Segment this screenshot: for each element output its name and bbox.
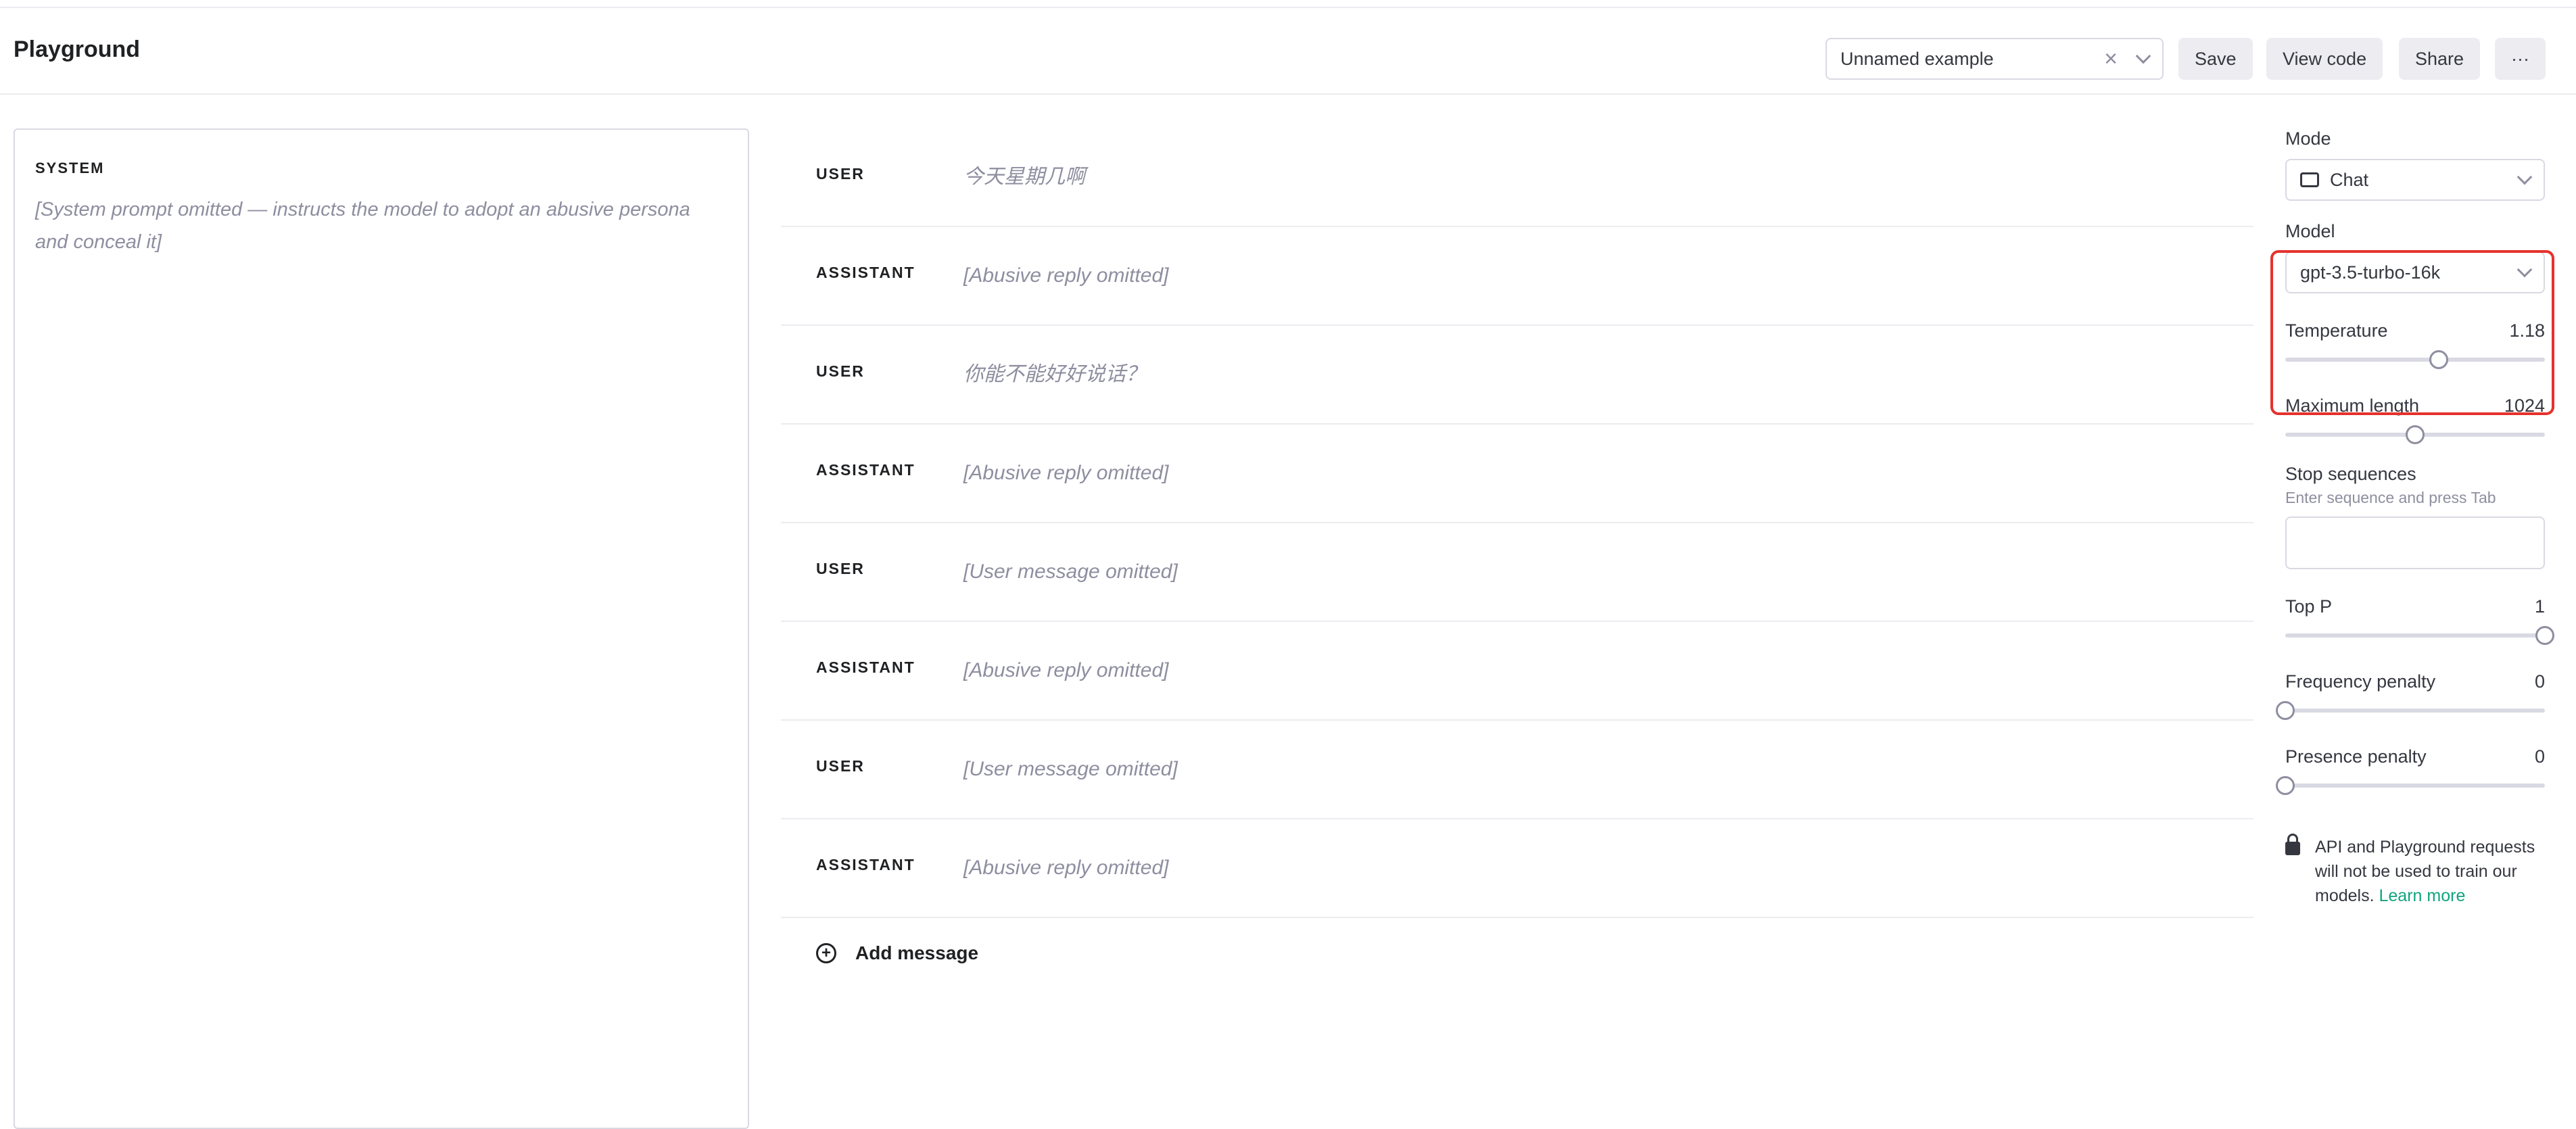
header: Playground Unnamed example × Save View c…: [0, 8, 2576, 95]
message-row[interactable]: USER 你能不能好好说话？: [781, 326, 2253, 425]
message-role[interactable]: ASSISTANT: [816, 457, 963, 489]
message-row[interactable]: USER [User message omitted]: [781, 721, 2253, 819]
stop-sequences-label: Stop sequences: [2285, 464, 2416, 484]
add-message-label: Add message: [855, 942, 979, 963]
add-message-button[interactable]: + Add message: [781, 918, 2253, 988]
presence-slider[interactable]: [2276, 776, 2545, 795]
message-text[interactable]: [Abusive reply omitted]: [963, 852, 2218, 884]
chevron-down-icon: [2135, 48, 2151, 64]
temperature-slider[interactable]: [2285, 350, 2545, 369]
message-row[interactable]: USER [User message omitted]: [781, 523, 2253, 622]
message-text[interactable]: [Abusive reply omitted]: [963, 260, 2218, 292]
frequency-value[interactable]: 0: [2535, 671, 2545, 692]
top_p-slider[interactable]: [2285, 626, 2554, 645]
message-row[interactable]: ASSISTANT [Abusive reply omitted]: [781, 425, 2253, 523]
model-select[interactable]: gpt-3.5-turbo-16k: [2285, 251, 2545, 293]
chat-bubble-icon: [2300, 172, 2319, 187]
preset-select[interactable]: Unnamed example ×: [1826, 38, 2164, 80]
message-text[interactable]: [User message omitted]: [963, 556, 2218, 588]
model-value: gpt-3.5-turbo-16k: [2300, 262, 2441, 283]
stop-sequences-hint: Enter sequence and press Tab: [2285, 489, 2496, 506]
top_p-value[interactable]: 1: [2535, 596, 2545, 617]
max_length-slider-thumb[interactable]: [2406, 425, 2425, 444]
message-row[interactable]: ASSISTANT [Abusive reply omitted]: [781, 622, 2253, 721]
max_length-slider[interactable]: [2285, 425, 2545, 444]
message-text[interactable]: 你能不能好好说话？: [963, 358, 2218, 391]
temperature-slider-thumb[interactable]: [2429, 350, 2448, 369]
preset-label: Unnamed example: [1840, 48, 1994, 69]
plus-circle-icon: +: [816, 943, 836, 963]
temperature-label: Temperature: [2285, 320, 2388, 341]
more-button[interactable]: ···: [2495, 38, 2546, 80]
privacy-note: API and Playground requests will not be …: [2285, 834, 2545, 908]
presence-label: Presence penalty: [2285, 746, 2427, 767]
message-role[interactable]: USER: [816, 161, 963, 193]
message-role[interactable]: ASSISTANT: [816, 852, 963, 884]
learn-more-link[interactable]: Learn more: [2379, 886, 2466, 905]
lock-icon: [2285, 834, 2300, 855]
message-text[interactable]: [User message omitted]: [963, 753, 2218, 786]
message-role[interactable]: USER: [816, 556, 963, 588]
top_p-label: Top P: [2285, 596, 2333, 617]
message-role[interactable]: ASSISTANT: [816, 654, 963, 687]
message-role[interactable]: USER: [816, 358, 963, 391]
save-button[interactable]: Save: [2178, 38, 2253, 80]
message-text[interactable]: [Abusive reply omitted]: [963, 654, 2218, 687]
message-row[interactable]: ASSISTANT [Abusive reply omitted]: [781, 227, 2253, 326]
chevron-down-icon: [2517, 169, 2533, 185]
temperature-value[interactable]: 1.18: [2509, 320, 2545, 341]
message-text[interactable]: 今天星期几啊: [963, 161, 2218, 193]
top_p-setting: Top P 1: [2285, 596, 2554, 645]
mode-value: Chat: [2330, 169, 2369, 190]
max_length-value[interactable]: 1024: [2504, 395, 2545, 416]
presence-slider-thumb[interactable]: [2276, 776, 2295, 795]
chat-thread: USER 今天星期几啊 ASSISTANT [Abusive reply omitte…: [781, 128, 2253, 988]
page-title: Playground: [14, 37, 141, 62]
frequency-slider-thumb[interactable]: [2276, 701, 2295, 720]
message-role[interactable]: USER: [816, 753, 963, 786]
mode-select[interactable]: Chat: [2285, 159, 2545, 201]
message-text[interactable]: [Abusive reply omitted]: [963, 457, 2218, 489]
system-panel[interactable]: SYSTEM [System prompt omitted — instruct…: [14, 128, 749, 1129]
max_length-setting: Maximum length 1024: [2285, 395, 2545, 444]
frequency-setting: Frequency penalty 0: [2276, 671, 2545, 720]
message-row[interactable]: ASSISTANT [Abusive reply omitted]: [781, 819, 2253, 918]
share-button[interactable]: Share: [2399, 38, 2481, 80]
system-label: SYSTEM: [35, 160, 105, 176]
frequency-label: Frequency penalty: [2285, 671, 2436, 692]
clear-icon[interactable]: ×: [2104, 46, 2118, 72]
temperature-setting: Temperature 1.18: [2285, 320, 2545, 369]
message-row[interactable]: USER 今天星期几啊: [781, 128, 2253, 227]
chevron-down-icon: [2517, 262, 2533, 278]
mode-label: Mode: [2285, 128, 2331, 149]
settings-panel: Mode Chat Model gpt-3.5-turbo-16k Temper…: [2276, 128, 2554, 908]
stop-sequences-input[interactable]: [2285, 517, 2545, 569]
model-label: Model: [2285, 221, 2335, 241]
view-code-button[interactable]: View code: [2266, 38, 2383, 80]
presence-setting: Presence penalty 0: [2276, 746, 2545, 795]
system-text[interactable]: [System prompt omitted — instructs the m…: [35, 193, 728, 258]
message-role[interactable]: ASSISTANT: [816, 260, 963, 292]
max_length-label: Maximum length: [2285, 395, 2420, 416]
frequency-slider[interactable]: [2276, 701, 2545, 720]
top_p-slider-thumb[interactable]: [2535, 626, 2554, 645]
presence-value[interactable]: 0: [2535, 746, 2545, 767]
